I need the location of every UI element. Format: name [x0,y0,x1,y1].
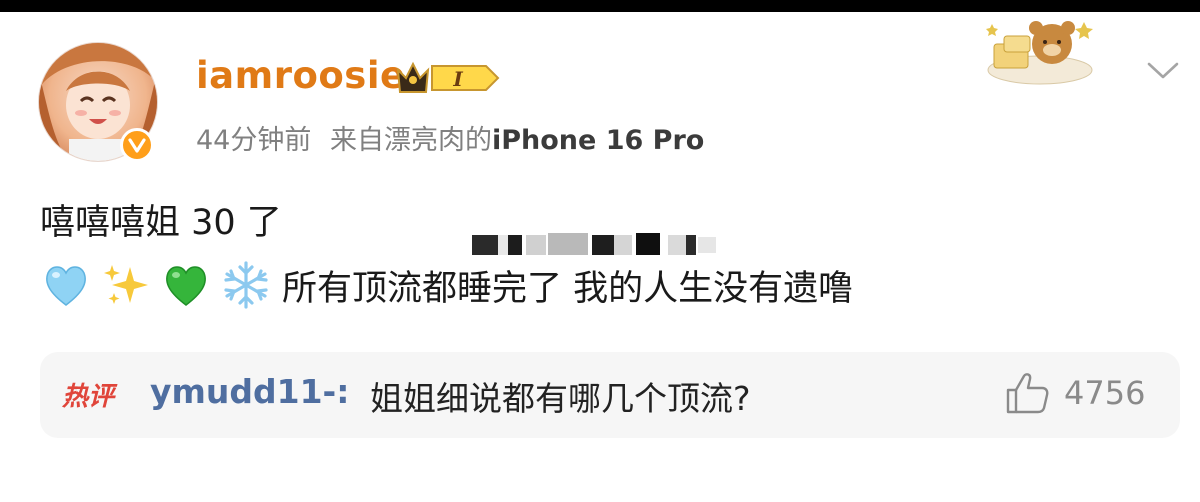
post-text-line-2-text: 所有顶流都睡完了 我的人生没有遗噜 [282,268,854,309]
post-source-prefix: 来自漂亮肉的 [329,125,492,156]
post-source-device[interactable]: iPhone 16 Pro [492,125,704,156]
hot-comment-author[interactable]: ymudd11-: [150,372,349,411]
hot-comment-badge: 热评 [62,382,115,412]
post-text-line-1: 嘻嘻嘻姐 30 了 [40,203,282,243]
green-heart-icon [166,266,206,306]
member-level-text: I [452,67,463,91]
snowflake-icon [224,261,268,309]
decorative-bear-sticker-icon [986,21,1093,85]
hot-comment[interactable]: 热评 ymudd11-: 姐姐细说都有哪几个顶流? 4756 [40,352,1180,438]
sparkles-icon [104,265,148,304]
blue-heart-icon [46,266,86,306]
status-bar-edge [0,0,1200,12]
chevron-down-icon[interactable] [1145,56,1181,84]
post-text-line-2: 所有顶流都睡完了 我的人生没有遗噜 [40,260,853,310]
redaction-bar [472,233,716,255]
post-meta: 44分钟前 来自漂亮肉的iPhone 16 Pro [196,118,704,157]
verified-badge-icon [120,128,154,162]
author-name[interactable]: iamroosie [196,54,406,97]
thumbs-up-icon[interactable] [1004,370,1050,416]
member-level-badge-icon[interactable]: I [394,58,504,98]
post-time: 44分钟前 [196,125,312,156]
like-count: 4756 [1064,374,1146,412]
hot-comment-text: 姐姐细说都有哪几个顶流? [370,379,751,418]
